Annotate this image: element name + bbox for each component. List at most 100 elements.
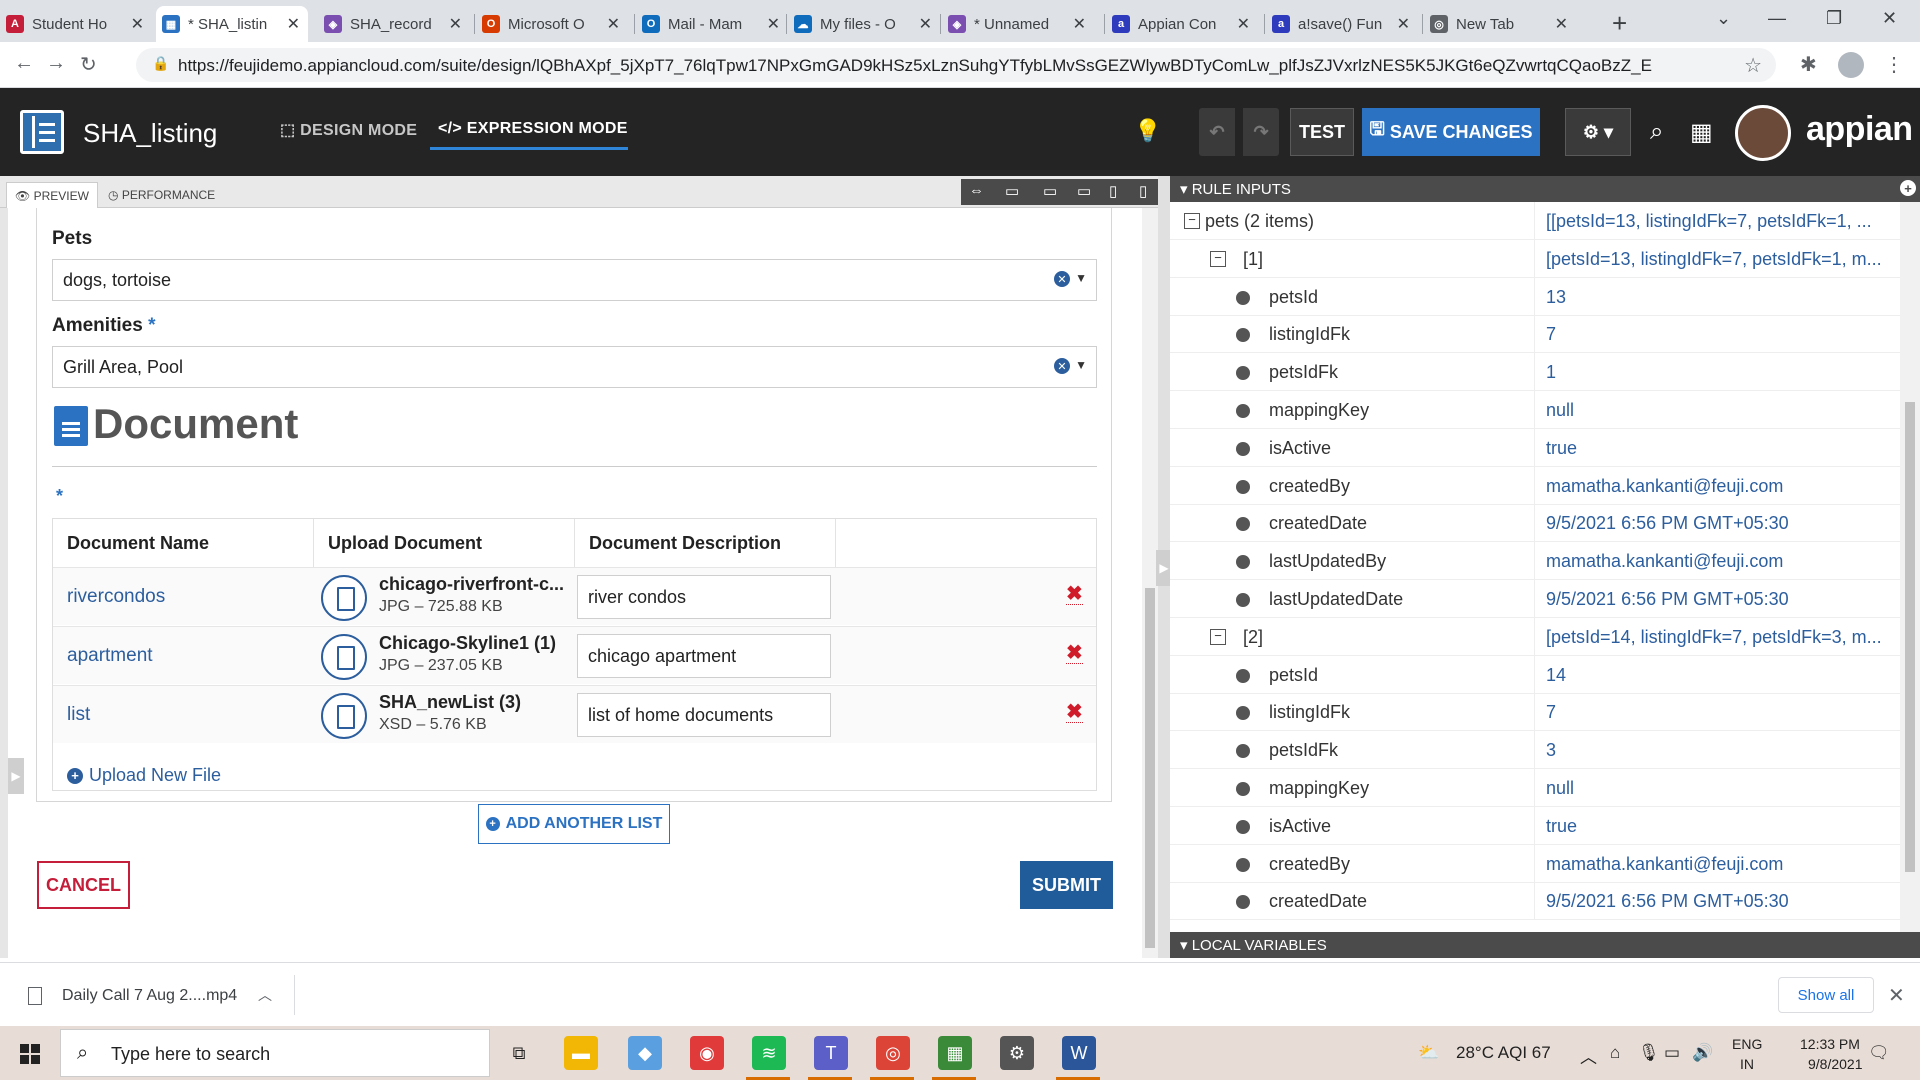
teams-icon[interactable]: T: [814, 1036, 848, 1070]
pets-multiselect[interactable]: dogs, tortoise ✕ ▼: [52, 259, 1097, 301]
back-icon[interactable]: ←: [14, 52, 34, 75]
taskbar-search-box[interactable]: ⌕ Type here to search: [60, 1029, 490, 1077]
rule-input-value[interactable]: 7: [1546, 702, 1896, 723]
tab-performance[interactable]: ◷ PERFORMANCE: [100, 182, 223, 208]
document-description-input[interactable]: list of home documents: [577, 693, 831, 737]
url-omnibox[interactable]: 🔒 https://feujidemo.appiancloud.com/suit…: [136, 48, 1776, 82]
rule-input-value[interactable]: true: [1546, 816, 1896, 837]
bookmark-star-icon[interactable]: ☆: [1744, 53, 1762, 78]
window-close-icon[interactable]: ✕: [1882, 8, 1897, 29]
browser-tab[interactable]: O Microsoft O ✕: [476, 6, 628, 42]
delete-row-icon[interactable]: ✖: [1066, 584, 1083, 605]
new-tab-icon[interactable]: +: [1612, 8, 1627, 39]
record-icon[interactable]: ◉: [690, 1036, 724, 1070]
weather-text[interactable]: 28°C AQI 67: [1456, 1043, 1551, 1063]
forward-icon[interactable]: →: [46, 52, 66, 75]
add-rule-input-icon[interactable]: +: [1900, 180, 1916, 196]
rule-inputs-header[interactable]: ▾ RULE INPUTS +: [1170, 176, 1920, 202]
clear-selection-icon[interactable]: ✕: [1054, 271, 1070, 287]
profile-avatar[interactable]: [1838, 52, 1864, 78]
chevron-up-icon[interactable]: ︿: [258, 985, 272, 1005]
tray-chevron-icon[interactable]: ︿: [1580, 1043, 1597, 1068]
browser-tab[interactable]: ▦ * SHA_listin ✕: [156, 6, 308, 42]
lightbulb-icon[interactable]: 💡: [1134, 118, 1161, 144]
desktop-wide-icon[interactable]: ▭: [1005, 182, 1019, 200]
battery-icon[interactable]: ▭: [1664, 1043, 1680, 1063]
close-icon[interactable]: ✕: [607, 14, 620, 34]
microphone-icon[interactable]: 🎙: [1638, 1043, 1660, 1063]
chevron-down-icon[interactable]: ▼: [1075, 358, 1087, 372]
rule-input-value[interactable]: mamatha.kankanti@feuji.com: [1546, 476, 1896, 497]
language-bottom[interactable]: IN: [1740, 1056, 1754, 1072]
task-view-icon[interactable]: ⧉: [502, 1036, 536, 1070]
rule-input-value[interactable]: 1: [1546, 362, 1896, 383]
rule-input-value[interactable]: 9/5/2021 6:56 PM GMT+05:30: [1546, 589, 1896, 610]
redo-button[interactable]: ↷: [1243, 108, 1279, 156]
rule-input-value[interactable]: 14: [1546, 665, 1896, 686]
chevron-down-icon[interactable]: ▼: [1075, 271, 1087, 285]
reload-icon[interactable]: ↻: [80, 52, 97, 77]
clear-selection-icon[interactable]: ✕: [1054, 358, 1070, 374]
close-icon[interactable]: ✕: [449, 14, 462, 34]
phone-icon[interactable]: ▯: [1139, 182, 1147, 200]
local-variables-header[interactable]: ▾ LOCAL VARIABLES: [1170, 932, 1920, 958]
minimize-icon[interactable]: —: [1768, 8, 1786, 29]
browser-tab[interactable]: a Appian Con ✕: [1106, 6, 1258, 42]
uploaded-file-name[interactable]: SHA_newList (3): [379, 692, 569, 713]
close-icon[interactable]: ✕: [1397, 14, 1410, 34]
close-icon[interactable]: ✕: [131, 14, 144, 34]
laptop-icon[interactable]: ▭: [1077, 182, 1091, 200]
sheet-icon[interactable]: ▦: [938, 1036, 972, 1070]
uploaded-file-name[interactable]: chicago-riverfront-c...: [379, 574, 569, 595]
close-icon[interactable]: ✕: [1888, 983, 1905, 1008]
rule-input-value[interactable]: null: [1546, 778, 1896, 799]
volume-icon[interactable]: 🔊: [1692, 1043, 1713, 1063]
windows-start-icon[interactable]: [20, 1044, 40, 1064]
close-icon[interactable]: ✕: [767, 14, 780, 34]
url-text[interactable]: https://feujidemo.appiancloud.com/suite/…: [178, 56, 1738, 76]
undo-button[interactable]: ↶: [1199, 108, 1235, 156]
extensions-icon[interactable]: ✱: [1800, 52, 1817, 77]
rule-input-value[interactable]: true: [1546, 438, 1896, 459]
document-name-link[interactable]: apartment: [67, 645, 153, 667]
rule-input-value[interactable]: [[petsId=13, listingIdFk=7, petsIdFk=1, …: [1546, 211, 1896, 232]
document-name-link[interactable]: list: [67, 704, 90, 726]
save-changes-button[interactable]: 🖫 SAVE CHANGES: [1362, 108, 1540, 156]
rule-input-value[interactable]: 13: [1546, 287, 1896, 308]
settings-icon[interactable]: ⚙: [1000, 1036, 1034, 1070]
rule-input-value[interactable]: [petsId=13, listingIdFk=7, petsIdFk=1, m…: [1546, 249, 1896, 270]
collapse-toggle-icon[interactable]: −: [1210, 628, 1226, 645]
spotify-icon[interactable]: ≋: [752, 1036, 786, 1070]
close-icon[interactable]: ✕: [1073, 14, 1086, 34]
show-all-button[interactable]: Show all: [1778, 977, 1874, 1013]
test-button[interactable]: TEST: [1290, 108, 1354, 156]
upload-new-file-link[interactable]: + Upload New File: [67, 765, 221, 786]
cancel-button[interactable]: CANCEL: [37, 861, 130, 909]
desktop-icon[interactable]: ▭: [1043, 182, 1057, 200]
browser-tab[interactable]: ◈ * Unnamed ✕: [942, 6, 1094, 42]
design-mode-tab[interactable]: ⬚ DESIGN MODE: [280, 120, 417, 140]
app-grid-icon[interactable]: ▦: [1690, 118, 1713, 147]
browser-tab[interactable]: a a!save() Fun ✕: [1266, 6, 1418, 42]
settings-gear-button[interactable]: ⚙ ▾: [1565, 108, 1631, 156]
document-name-link[interactable]: rivercondos: [67, 586, 165, 608]
chrome-icon[interactable]: ◎: [876, 1036, 910, 1070]
download-item[interactable]: Daily Call 7 Aug 2....mp4: [62, 987, 237, 1005]
file-explorer-icon[interactable]: ▬: [564, 1036, 598, 1070]
fit-width-icon[interactable]: ⇔: [969, 182, 984, 199]
tab-preview[interactable]: 👁 PREVIEW: [6, 182, 98, 208]
tablet-icon[interactable]: ▯: [1109, 182, 1117, 200]
clock-date[interactable]: 9/8/2021: [1808, 1056, 1863, 1072]
browser-tab[interactable]: ◎ New Tab ✕: [1424, 6, 1576, 42]
menu-kebab-icon[interactable]: ⋮: [1884, 52, 1904, 77]
maximize-icon[interactable]: ❐: [1826, 8, 1842, 29]
rule-input-value[interactable]: [petsId=14, listingIdFk=7, petsIdFk=3, m…: [1546, 627, 1896, 648]
close-icon[interactable]: ✕: [919, 14, 932, 34]
clock-time[interactable]: 12:33 PM: [1800, 1036, 1860, 1052]
document-description-input[interactable]: chicago apartment: [577, 634, 831, 678]
collapse-toggle-icon[interactable]: −: [1184, 213, 1200, 229]
browser-tab[interactable]: ◈ SHA_record ✕: [318, 6, 470, 42]
word-icon[interactable]: W: [1062, 1036, 1096, 1070]
rule-input-value[interactable]: mamatha.kankanti@feuji.com: [1546, 854, 1896, 875]
uploaded-file-name[interactable]: Chicago-Skyline1 (1): [379, 633, 569, 654]
